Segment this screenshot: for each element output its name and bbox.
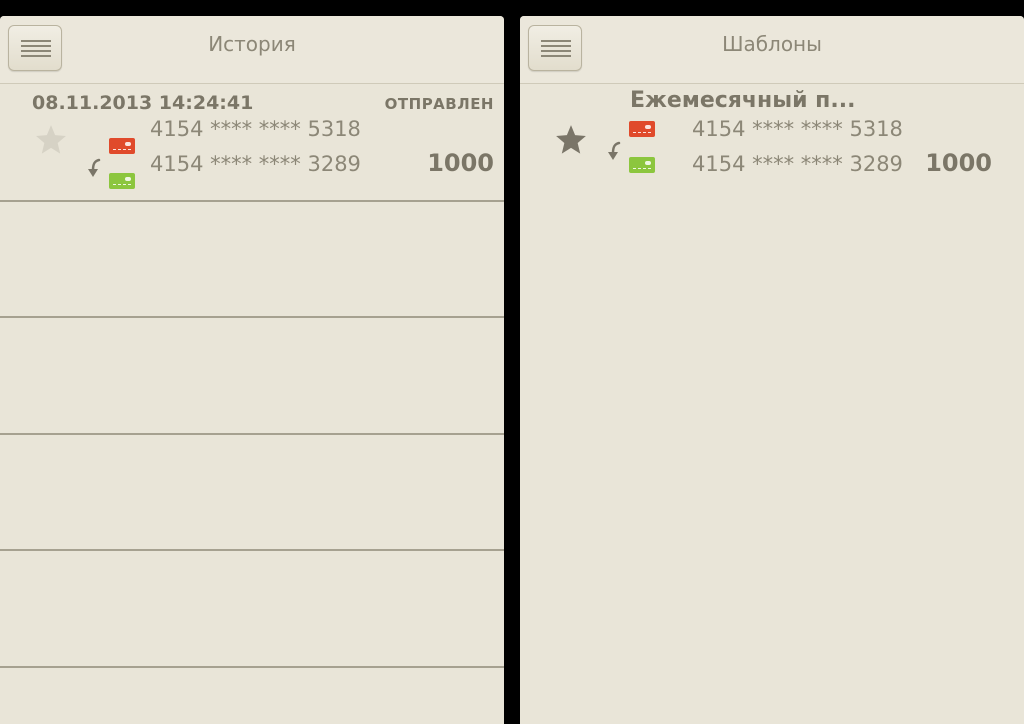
page-title: История [208,32,296,56]
transfer-arrow-icon [608,141,621,160]
transaction-datetime: 08.11.2013 14:24:41 [32,92,254,114]
source-card-icon [109,138,135,154]
row-divider [0,200,504,202]
history-screen: История 08.11.2013 14:24:41 ОТПРАВЛЕН 41… [0,16,504,724]
source-card-number: 4154 **** **** 5318 [692,117,903,141]
transaction-amount: 1000 [427,149,494,177]
row-divider [0,549,504,551]
row-divider [0,666,504,668]
target-card-number: 4154 **** **** 3289 [692,152,903,176]
templates-screen: Шаблоны Ежемесячный п... 4154 **** **** … [520,16,1024,724]
template-amount: 1000 [925,149,992,177]
template-name: Ежемесячный п... [630,88,856,113]
top-bar: История [0,16,504,84]
source-card-number: 4154 **** **** 5318 [150,117,361,141]
transaction-status: ОТПРАВЛЕН [384,95,494,113]
target-card-icon [629,157,655,173]
transfer-arrow-icon [88,158,101,177]
row-divider [0,433,504,435]
favorite-star-icon[interactable] [34,123,68,157]
page-title: Шаблоны [722,32,822,56]
source-card-icon [629,121,655,137]
target-card-icon [109,173,135,189]
target-card-number: 4154 **** **** 3289 [150,152,361,176]
row-divider [0,316,504,318]
favorite-star-icon[interactable] [554,123,588,157]
top-bar: Шаблоны [520,16,1024,84]
